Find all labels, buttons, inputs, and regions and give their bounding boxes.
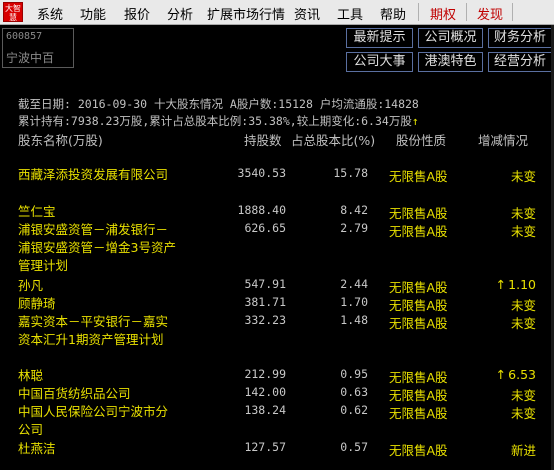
share-type: 无限售A股: [389, 169, 448, 184]
menu-item-system[interactable]: 系统: [37, 4, 63, 23]
share-type: 无限售A股: [389, 206, 448, 221]
share-type: 无限售A股: [389, 443, 448, 458]
share-percentage: 15.78: [333, 166, 368, 180]
menu-item-help[interactable]: 帮助: [380, 4, 406, 23]
shareholder-name: 林聪: [18, 368, 44, 383]
share-type: 无限售A股: [389, 388, 448, 403]
shareholder-name: 西藏泽添投资发展有限公司: [18, 167, 169, 182]
menu-item-options[interactable]: 期权: [430, 4, 456, 23]
change-status: ↑ 6.53: [496, 367, 536, 382]
shares-held: 1888.40: [237, 203, 286, 217]
stock-code: 600857: [6, 31, 43, 42]
summary-line-2-text: 累计持有:7938.23万股,累计占总股本比例:35.38%,较上期变化:6.3…: [18, 114, 412, 128]
up-arrow-icon: ↑: [495, 367, 507, 382]
share-percentage: 0.95: [340, 367, 368, 381]
shares-held: 332.23: [244, 313, 286, 327]
menu-separator: [466, 3, 467, 21]
up-arrow-icon: ↑: [495, 277, 507, 292]
operations-analysis-button[interactable]: 经营分析: [488, 52, 552, 72]
header-type: 股份性质: [396, 133, 447, 148]
change-status: 未变: [511, 385, 536, 404]
share-percentage: 2.44: [340, 277, 368, 291]
share-type: 无限售A股: [389, 406, 448, 421]
share-type: 无限售A股: [389, 224, 448, 239]
menu-bar: 大智慧 系统 功能 报价 分析 扩展市场行情 资讯 工具 帮助 期权 发现: [0, 0, 554, 25]
shareholder-name: 嘉实资本－平安银行－嘉实资本汇升1期资产管理计划: [18, 314, 169, 347]
shares-held: 127.57: [244, 440, 286, 454]
stock-name: 宁波中百: [6, 51, 55, 65]
change-status: 新进: [511, 440, 536, 459]
shares-held: 381.71: [244, 295, 286, 309]
change-status: 未变: [511, 221, 536, 240]
shares-held: 212.99: [244, 367, 286, 381]
shares-held: 547.91: [244, 277, 286, 291]
change-status: 未变: [511, 295, 536, 314]
share-percentage: 0.63: [340, 385, 368, 399]
menu-separator: [418, 3, 419, 21]
share-type: 无限售A股: [389, 316, 448, 331]
shareholder-name: 中国百货纺织品公司: [18, 386, 131, 401]
financial-analysis-button[interactable]: 财务分析: [488, 28, 552, 48]
menu-item-function[interactable]: 功能: [80, 4, 106, 23]
change-value: 未变: [510, 388, 536, 403]
change-value: 未变: [510, 224, 536, 239]
shareholder-name: 浦银安盛资管－浦发银行－浦银安盛资管－增金3号资产管理计划: [18, 222, 176, 273]
change-status: ↑ 1.10: [496, 277, 536, 292]
share-percentage: 0.62: [340, 403, 368, 417]
change-status: 未变: [511, 203, 536, 222]
company-events-button[interactable]: 公司大事: [346, 52, 413, 72]
summary-line-2: 累计持有:7938.23万股,累计占总股本比例:35.38%,较上期变化:6.3…: [18, 113, 419, 129]
change-value: 未变: [510, 316, 536, 331]
menu-item-analysis[interactable]: 分析: [167, 4, 193, 23]
hk-macau-features-button[interactable]: 港澳特色: [418, 52, 483, 72]
shareholder-name: 竺仁宝: [18, 204, 56, 219]
change-value: 新进: [510, 443, 536, 458]
menu-separator: [512, 3, 513, 21]
menu-item-info[interactable]: 资讯: [294, 4, 320, 23]
change-status: 未变: [511, 313, 536, 332]
change-value: 未变: [510, 206, 536, 221]
shares-held: 626.65: [244, 221, 286, 235]
app-logo: 大智慧: [3, 2, 23, 22]
change-value: 1.10: [508, 277, 536, 292]
change-value: 未变: [510, 298, 536, 313]
change-status: 未变: [511, 403, 536, 422]
shares-held: 3540.53: [237, 166, 286, 180]
summary-line-1: 截至日期: 2016-09-30 十大股东情况 A股户数:15128 户均流通股…: [18, 97, 419, 111]
menu-item-tools[interactable]: 工具: [337, 4, 363, 23]
header-pct: 占总股本比(%): [291, 133, 376, 148]
share-type: 无限售A股: [389, 280, 448, 295]
shareholder-name: 杜燕洁: [18, 441, 56, 456]
shares-held: 138.24: [244, 403, 286, 417]
latest-tips-button[interactable]: 最新提示: [346, 28, 413, 48]
menu-item-discover[interactable]: 发现: [477, 4, 503, 23]
change-value: 未变: [510, 169, 536, 184]
change-value: 未变: [510, 406, 536, 421]
share-type: 无限售A股: [389, 298, 448, 313]
shares-held: 142.00: [244, 385, 286, 399]
share-percentage: 1.70: [340, 295, 368, 309]
menu-item-quote[interactable]: 报价: [124, 4, 150, 23]
up-arrow-icon: ↑: [411, 114, 419, 128]
shareholder-name: 孙凡: [18, 278, 44, 293]
header-name: 股东名称(万股): [18, 133, 103, 148]
share-percentage: 2.79: [340, 221, 368, 235]
menu-item-extended-market[interactable]: 扩展市场行情: [207, 4, 285, 23]
share-percentage: 8.42: [340, 203, 368, 217]
stock-info-box: 600857 宁波中百: [2, 28, 74, 68]
change-value: 6.53: [508, 367, 536, 382]
header-hold: 持股数: [244, 133, 282, 148]
share-percentage: 0.57: [340, 440, 368, 454]
share-type: 无限售A股: [389, 370, 448, 385]
header-change: 增减情况: [478, 133, 529, 148]
shareholder-name: 顾静琦: [18, 296, 56, 311]
share-percentage: 1.48: [340, 313, 368, 327]
shareholder-name: 中国人民保险公司宁波市分公司: [18, 404, 169, 437]
change-status: 未变: [511, 166, 536, 185]
company-profile-button[interactable]: 公司概况: [418, 28, 483, 48]
